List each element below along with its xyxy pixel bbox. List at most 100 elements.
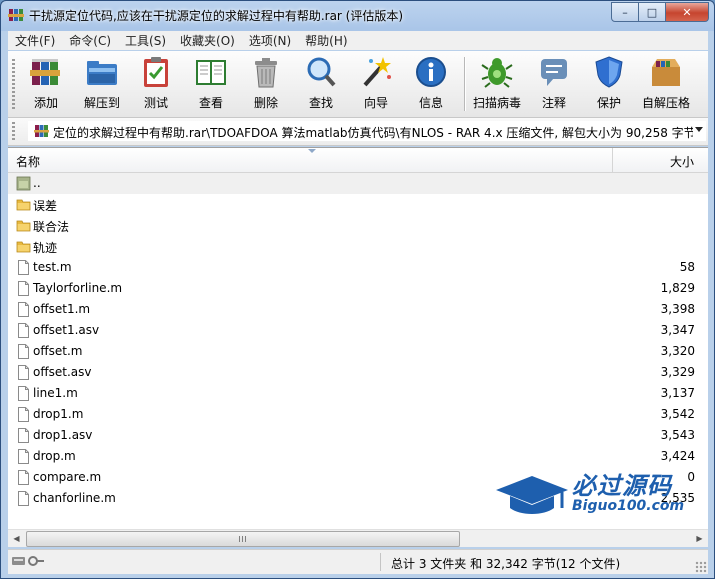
file-name: compare.m (33, 470, 102, 484)
virus-scan-label: 扫描病毒 (472, 96, 521, 110)
path-field[interactable]: 定位的求解过程中有帮助.rar\TDOAFDOA 算法matlab仿真代码\有N… (28, 121, 706, 141)
extract-to-button[interactable]: 解压到 (74, 55, 130, 113)
info-label: 信息 (418, 96, 443, 110)
info-icon (416, 57, 446, 87)
chevron-down-icon[interactable] (695, 127, 703, 132)
status-summary: 总计 3 文件夹 和 32,342 字节(12 个文件) (391, 557, 621, 571)
maximize-button[interactable]: □ (639, 2, 666, 22)
file-size: 3,320 (660, 344, 695, 358)
test-button[interactable]: 测试 (128, 55, 184, 113)
file-name: Taylorforline.m (33, 281, 123, 295)
file-name: line1.m (33, 386, 78, 400)
file-icon (18, 302, 29, 317)
file-size: 3,543 (660, 428, 695, 442)
folder-icon (16, 241, 31, 253)
menu-options[interactable]: 选项(N) (242, 32, 298, 49)
test-clipboard-icon (144, 57, 168, 87)
file-icon (18, 470, 29, 485)
close-button[interactable]: ✕ (666, 2, 709, 22)
file-size: 3,347 (660, 323, 695, 337)
menu-help[interactable]: 帮助(H) (298, 32, 354, 49)
file-size: 3,398 (660, 302, 695, 316)
column-divider[interactable] (612, 148, 613, 172)
file-name: .. (33, 176, 41, 190)
add-button[interactable]: 添加 (18, 55, 74, 113)
comment-button[interactable]: 注释 (526, 55, 582, 113)
file-row[interactable]: offset.m 3,320 (8, 341, 708, 362)
toolbar: 添加 解压到 测试 查看 删除 查找 向导 信息 扫描病毒 注释 保护 自解压格 (8, 51, 708, 118)
menu-bar: 文件(F) 命令(C) 工具(S) 收藏夹(O) 选项(N) 帮助(H) (8, 31, 708, 50)
shield-icon (595, 56, 623, 88)
file-name: drop.m (33, 449, 76, 463)
delete-button[interactable]: 删除 (238, 55, 294, 113)
file-row[interactable]: offset1.m 3,398 (8, 299, 708, 320)
file-size: 1,829 (660, 281, 695, 295)
column-size[interactable]: 大小 (670, 153, 694, 170)
menu-tools[interactable]: 工具(S) (118, 32, 173, 49)
scroll-left-icon[interactable]: ◀ (8, 530, 25, 547)
file-icon (18, 344, 29, 359)
info-button[interactable]: 信息 (403, 55, 459, 113)
file-icon (18, 386, 29, 401)
protect-label: 保护 (596, 96, 621, 110)
folder-icon (16, 199, 31, 211)
comment-icon (541, 59, 567, 86)
delete-label: 删除 (253, 96, 278, 110)
folder-row[interactable]: 联合法 (8, 215, 708, 236)
add-books-icon (30, 59, 60, 85)
status-separator (380, 553, 381, 571)
menu-commands[interactable]: 命令(C) (62, 32, 118, 49)
wizard-wand-icon (363, 57, 391, 87)
title-bar[interactable]: 干扰源定位代码,应该在干扰源定位的求解过程中有帮助.rar (评估版本) – □… (1, 1, 714, 29)
toolbar-separator (464, 57, 465, 111)
file-icon (18, 428, 29, 443)
address-bar: 定位的求解过程中有帮助.rar\TDOAFDOA 算法matlab仿真代码\有N… (8, 118, 708, 146)
column-name[interactable]: 名称 (16, 153, 40, 170)
wizard-button[interactable]: 向导 (348, 55, 404, 113)
file-icon (18, 449, 29, 464)
view-button[interactable]: 查看 (183, 55, 239, 113)
sort-arrow-icon (308, 149, 316, 153)
find-button[interactable]: 查找 (293, 55, 349, 113)
menu-file[interactable]: 文件(F) (8, 32, 62, 49)
file-row[interactable]: offset.asv 3,329 (8, 362, 708, 383)
toolbar-grip[interactable] (12, 59, 15, 111)
scroll-thumb[interactable] (26, 531, 460, 547)
horizontal-scrollbar[interactable]: ◀ ▶ (8, 529, 708, 547)
file-name: offset.m (33, 344, 83, 358)
file-row[interactable]: offset1.asv 3,347 (8, 320, 708, 341)
file-row[interactable]: drop.m 3,424 (8, 446, 708, 467)
winrar-app-icon (8, 9, 24, 21)
folder-row[interactable]: 误差 (8, 194, 708, 215)
address-grip[interactable] (12, 122, 15, 141)
list-header: 名称 大小 (8, 148, 708, 173)
file-row[interactable]: line1.m 3,137 (8, 383, 708, 404)
scroll-grip (239, 536, 247, 542)
delete-trash-icon (255, 58, 277, 88)
protect-button[interactable]: 保护 (581, 55, 637, 113)
minimize-button[interactable]: – (611, 2, 639, 22)
status-bar: 总计 3 文件夹 和 32,342 字节(12 个文件) (8, 549, 708, 574)
find-label: 查找 (308, 96, 333, 110)
add-label: 添加 (33, 96, 58, 110)
resize-grip[interactable] (695, 561, 707, 573)
comment-label: 注释 (541, 96, 566, 110)
file-row[interactable]: drop1.asv 3,543 (8, 425, 708, 446)
folder-row[interactable]: 轨迹 (8, 236, 708, 257)
menu-favorites[interactable]: 收藏夹(O) (173, 32, 242, 49)
file-size: 3,137 (660, 386, 695, 400)
sfx-button[interactable]: 自解压格 (638, 55, 694, 113)
drive-key-icon[interactable] (11, 554, 45, 568)
scroll-right-icon[interactable]: ▶ (691, 530, 708, 547)
file-row[interactable]: test.m 58 (8, 257, 708, 278)
view-label: 查看 (198, 96, 223, 110)
extract-to-label: 解压到 (83, 96, 120, 110)
parent-folder-row[interactable]: .. (8, 173, 708, 194)
file-name: 轨迹 (33, 241, 58, 255)
file-name: test.m (33, 260, 72, 274)
virus-scan-button[interactable]: 扫描病毒 (469, 55, 525, 113)
sfx-label: 自解压格 (641, 96, 690, 110)
file-row[interactable]: Taylorforline.m 1,829 (8, 278, 708, 299)
file-name: drop1.m (33, 407, 84, 421)
file-row[interactable]: drop1.m 3,542 (8, 404, 708, 425)
